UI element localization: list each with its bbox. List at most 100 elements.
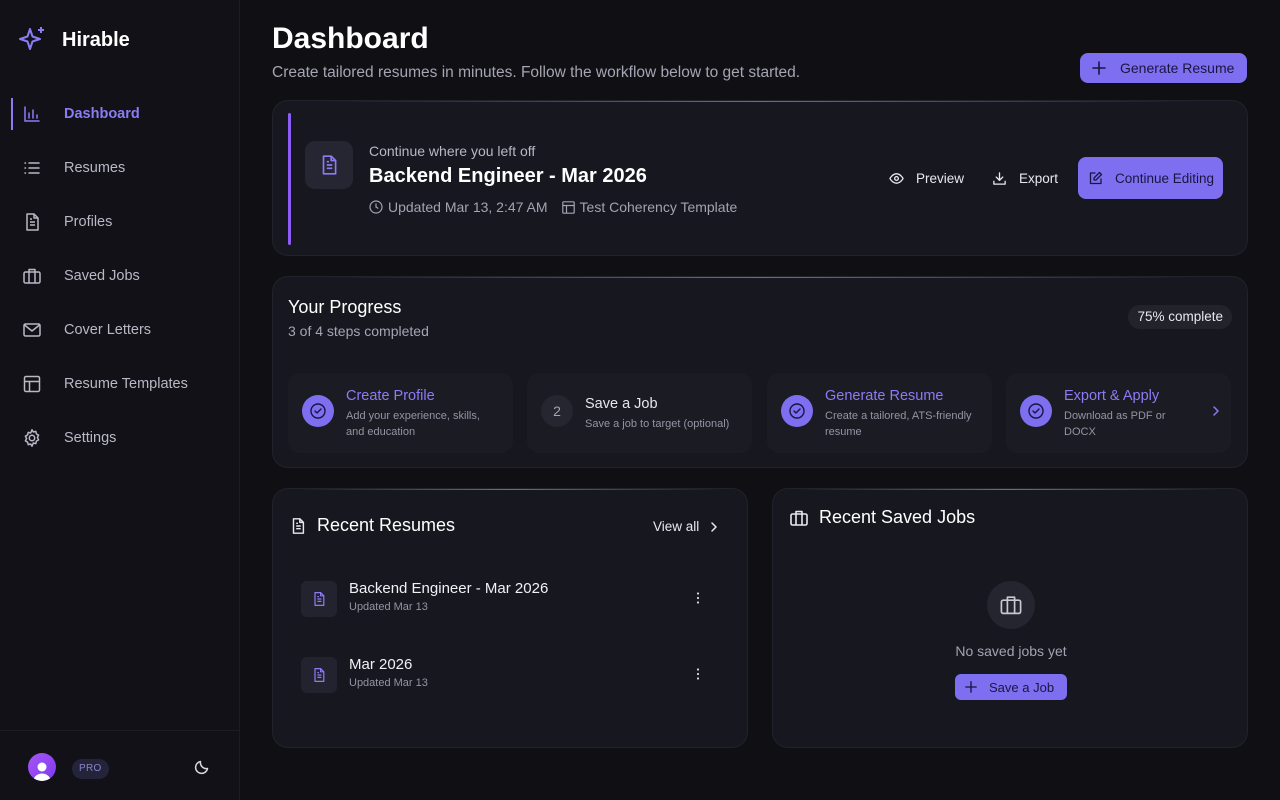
clock-icon (369, 200, 383, 214)
empty-state-text: No saved jobs yet (955, 643, 1067, 659)
template-meta: Test Coherency Template (561, 199, 738, 215)
briefcase-icon (22, 266, 42, 286)
step-generate-resume[interactable]: Generate Resume Create a tailored, ATS-f… (767, 373, 992, 453)
sidebar-item-label: Resumes (64, 160, 126, 176)
plus-icon (1092, 61, 1106, 75)
page-title: Dashboard (272, 22, 429, 55)
continue-editing-label: Continue Editing (1115, 170, 1215, 186)
step-export-apply[interactable]: Export & Apply Download as PDF or DOCX (1006, 373, 1231, 453)
sidebar-item-label: Saved Jobs (64, 268, 140, 284)
recent-jobs-header: Recent Saved Jobs (789, 507, 975, 528)
brand[interactable]: Hirable (16, 24, 130, 56)
briefcase-icon (789, 508, 809, 528)
continue-card: Continue where you left off Backend Engi… (272, 100, 1248, 256)
sidebar: Hirable Dashboard Resumes Profiles Saved… (0, 0, 240, 800)
accent-bar (288, 113, 291, 245)
template-text: Test Coherency Template (579, 199, 738, 215)
recent-resumes-title: Recent Resumes (317, 515, 456, 535)
step-create-profile[interactable]: Create Profile Add your experience, skil… (288, 373, 513, 453)
resume-name: Mar 2026 (349, 656, 413, 673)
plus-icon (965, 681, 977, 693)
step-title: Export & Apply (1064, 388, 1160, 404)
resume-name: Backend Engineer - Mar 2026 (349, 580, 549, 597)
resume-updated: Updated Mar 13 (349, 601, 428, 613)
continue-editing-button[interactable]: Continue Editing (1078, 157, 1223, 199)
sidebar-item-profiles[interactable]: Profiles (0, 195, 240, 249)
step-title: Generate Resume (825, 388, 944, 404)
sidebar-item-resumes[interactable]: Resumes (0, 141, 240, 195)
more-vertical-icon[interactable] (691, 591, 705, 605)
gear-icon (22, 428, 42, 448)
sidebar-item-label: Settings (64, 430, 117, 446)
export-button[interactable]: Export (992, 171, 1058, 186)
step-title: Save a Job (585, 396, 658, 412)
sidebar-item-dashboard[interactable]: Dashboard (0, 87, 240, 141)
chevron-right-icon (1211, 405, 1221, 417)
plan-badge: PRO (72, 759, 109, 779)
chevron-right-icon (709, 521, 719, 533)
sidebar-footer: PRO (0, 730, 240, 800)
generate-resume-button[interactable]: Generate Resume (1080, 53, 1247, 83)
check-circle-icon (302, 395, 334, 427)
step-title: Create Profile (346, 388, 435, 404)
continue-meta: Updated Mar 13, 2:47 AM Test Coherency T… (369, 199, 737, 215)
briefcase-icon (987, 581, 1035, 629)
check-circle-icon (781, 395, 813, 427)
brand-name: Hirable (62, 28, 130, 51)
preview-button[interactable]: Preview (889, 171, 964, 186)
continue-resume-title[interactable]: Backend Engineer - Mar 2026 (369, 165, 647, 188)
save-job-button[interactable]: Save a Job (955, 674, 1067, 700)
sidebar-nav: Dashboard Resumes Profiles Saved Jobs Co… (0, 87, 240, 465)
resume-updated: Updated Mar 13 (349, 677, 428, 689)
step-desc: Create a tailored, ATS-friendly resume (825, 410, 972, 438)
step-desc: Add your experience, skills, and educati… (346, 410, 480, 438)
sidebar-item-cover-letters[interactable]: Cover Letters (0, 303, 240, 357)
progress-badge: 75% complete (1128, 305, 1232, 329)
bar-chart-icon (22, 104, 42, 124)
updated-text: Updated Mar 13, 2:47 AM (388, 199, 548, 215)
file-text-icon (22, 212, 42, 232)
page-subtitle: Create tailored resumes in minutes. Foll… (272, 64, 801, 81)
check-circle-icon (1020, 395, 1052, 427)
export-label: Export (1019, 171, 1059, 186)
sidebar-item-resume-templates[interactable]: Resume Templates (0, 357, 240, 411)
resume-list-item[interactable]: Mar 2026 Updated Mar 13 (301, 656, 721, 697)
avatar[interactable] (28, 753, 56, 781)
sidebar-item-label: Resume Templates (64, 376, 188, 392)
document-icon (301, 581, 337, 617)
progress-title: Your Progress (288, 297, 402, 317)
sparkle-logo-icon (16, 24, 48, 56)
edit-icon (1089, 171, 1103, 185)
progress-subtitle: 3 of 4 steps completed (288, 323, 429, 339)
sidebar-item-settings[interactable]: Settings (0, 411, 240, 465)
step-number: 2 (541, 395, 573, 427)
updated-meta: Updated Mar 13, 2:47 AM (369, 199, 548, 215)
document-icon (305, 141, 353, 189)
more-vertical-icon[interactable] (691, 667, 705, 681)
recent-resumes-header: Recent Resumes (289, 515, 455, 536)
view-all-link[interactable]: View all (653, 519, 719, 534)
sidebar-item-label: Cover Letters (64, 322, 152, 338)
template-icon (561, 200, 575, 214)
layout-icon (22, 374, 42, 394)
document-icon (301, 657, 337, 693)
generate-resume-label: Generate Resume (1120, 60, 1235, 76)
resume-list-item[interactable]: Backend Engineer - Mar 2026 Updated Mar … (301, 580, 721, 621)
recent-resumes-card: Recent Resumes View all Backend Engineer… (272, 488, 748, 748)
sidebar-item-label: Profiles (64, 214, 113, 230)
eye-icon (889, 171, 904, 186)
mail-icon (22, 320, 42, 340)
list-icon (22, 158, 42, 178)
step-save-job[interactable]: 2 Save a Job Save a job to target (optio… (527, 373, 752, 453)
step-desc: Save a job to target (optional) (585, 418, 730, 430)
continue-label: Continue where you left off (369, 143, 536, 159)
recent-saved-jobs-card: Recent Saved Jobs No saved jobs yet Save… (772, 488, 1248, 748)
moon-icon[interactable] (194, 759, 210, 775)
progress-card: Your Progress 3 of 4 steps completed 75%… (272, 276, 1248, 468)
sidebar-item-label: Dashboard (64, 106, 140, 122)
view-all-label: View all (653, 519, 700, 534)
sidebar-item-saved-jobs[interactable]: Saved Jobs (0, 249, 240, 303)
preview-label: Preview (916, 171, 965, 186)
recent-jobs-title: Recent Saved Jobs (819, 507, 976, 527)
save-job-label: Save a Job (989, 679, 1055, 695)
